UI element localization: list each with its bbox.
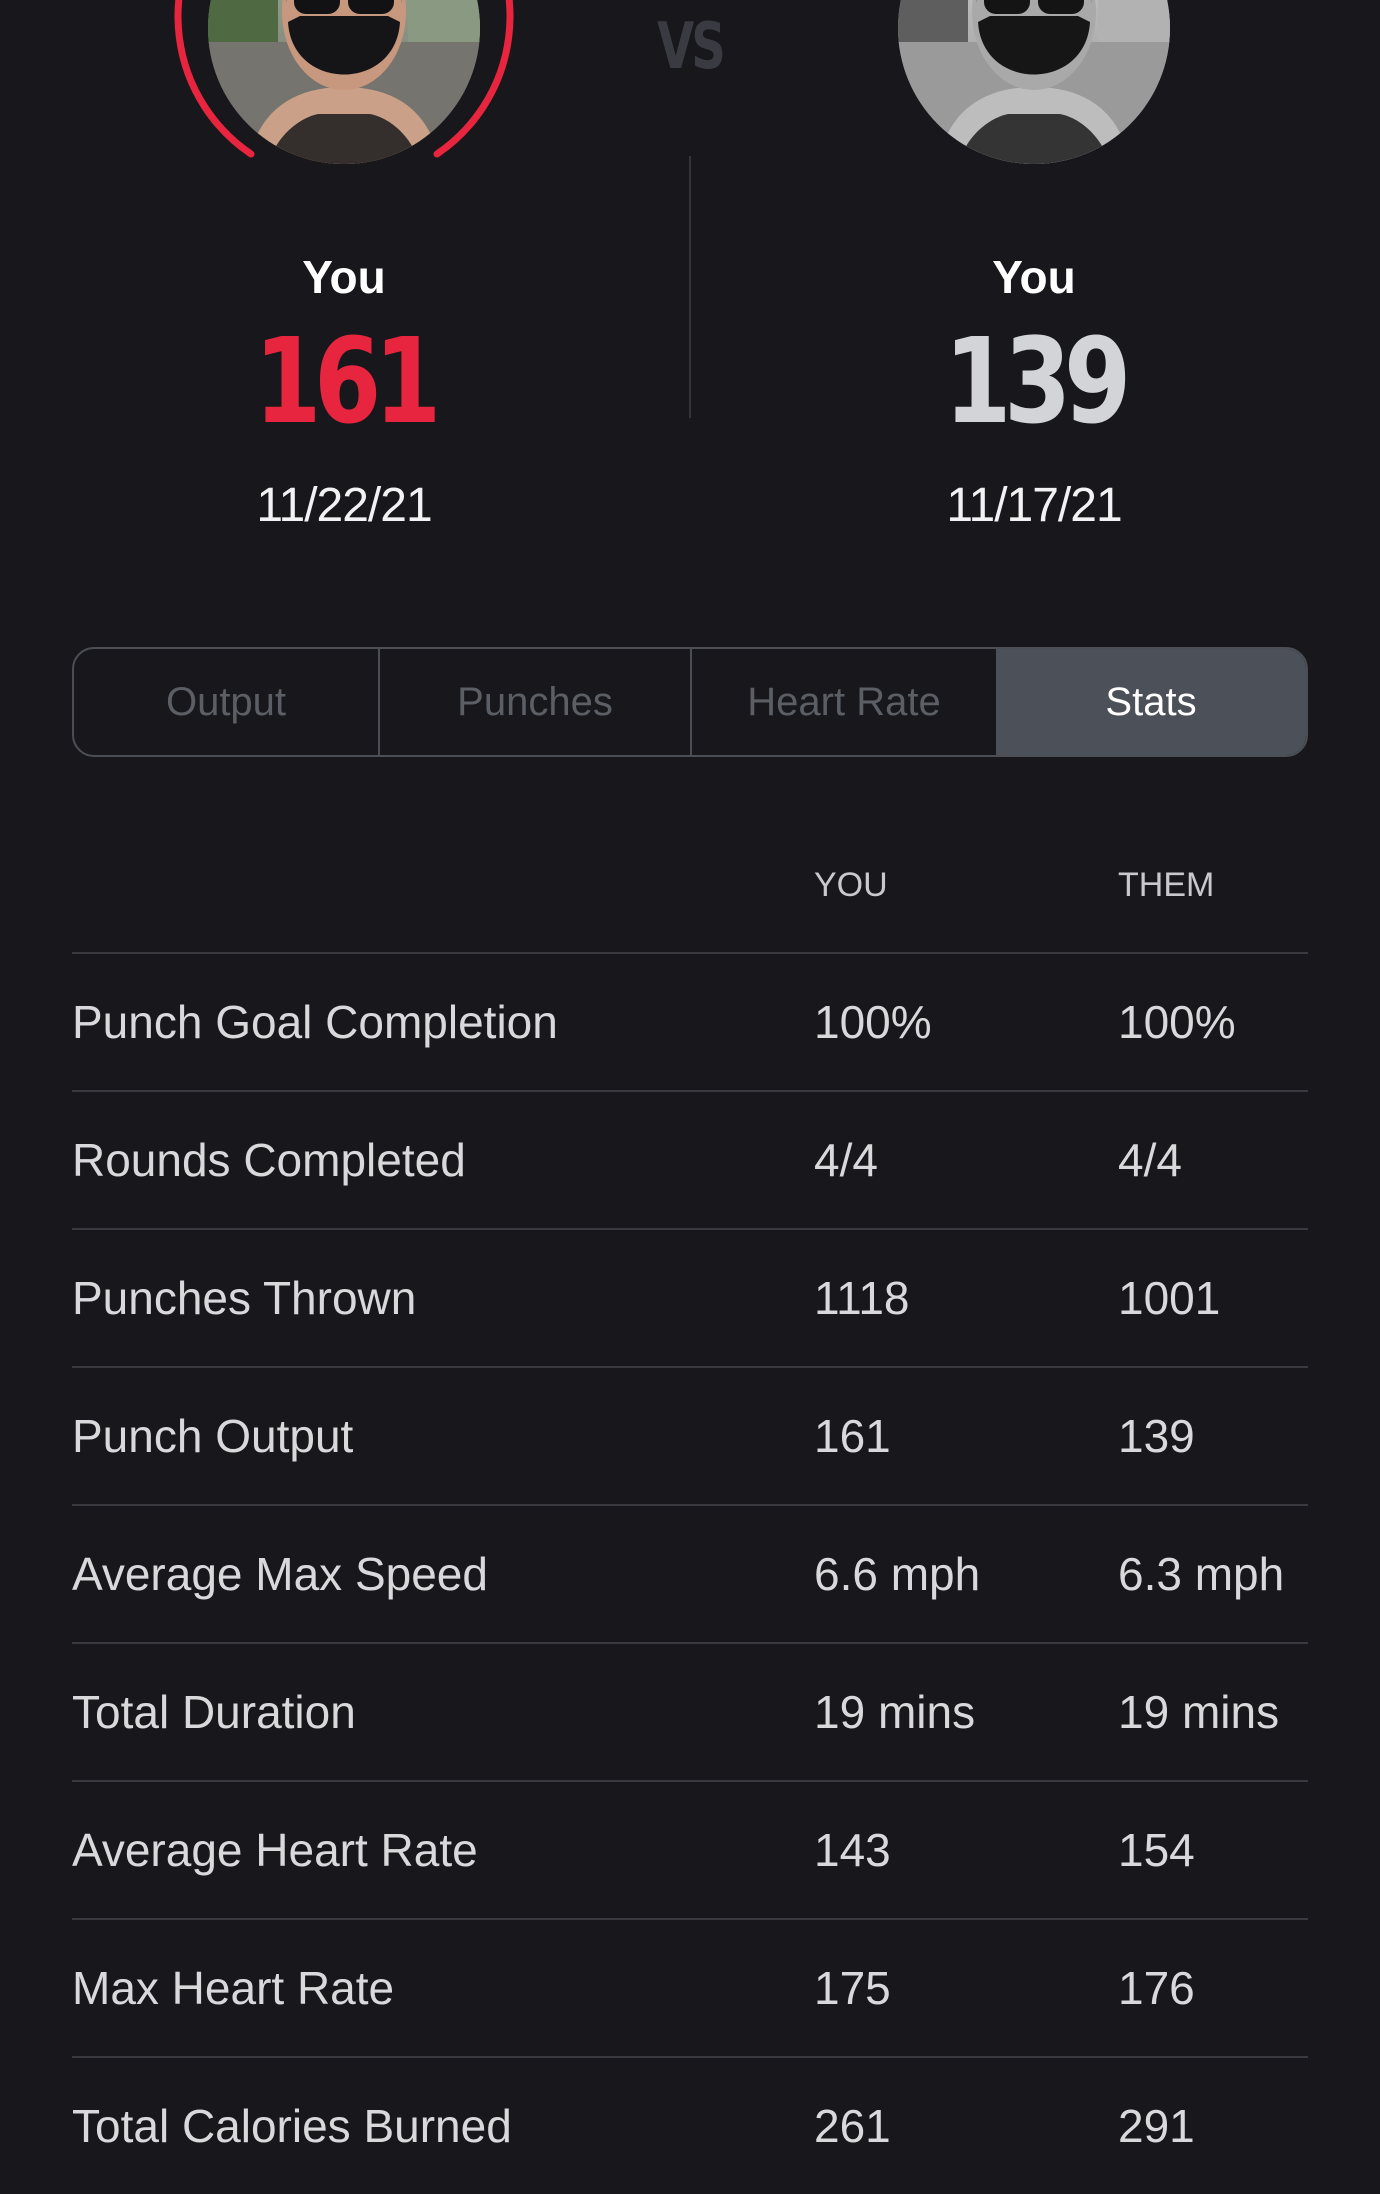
stat-value-you: 4/4 — [814, 1134, 878, 1186]
stats-header: YOU THEM — [72, 820, 1308, 954]
avatar-you-current[interactable] — [168, 0, 520, 204]
stat-value-them: 6.3 mph — [1118, 1548, 1285, 1600]
table-row: Total Duration 19 mins 19 mins — [72, 1644, 1308, 1782]
stat-value-them: 139 — [1118, 1410, 1195, 1462]
column-header-you: YOU — [814, 866, 888, 904]
table-row: Rounds Completed 4/4 4/4 — [72, 1092, 1308, 1230]
stat-value-them: 19 mins — [1118, 1686, 1280, 1738]
table-row: Total Calories Burned 261 291 — [72, 2058, 1308, 2194]
stat-value-you: 161 — [814, 1410, 891, 1462]
workout-date: 11/22/21 — [256, 479, 432, 532]
stat-label: Punch Goal Completion — [72, 996, 558, 1048]
stat-label: Average Max Speed — [72, 1548, 488, 1600]
player-name: You — [302, 251, 386, 303]
table-row: Punch Goal Completion 100% 100% — [72, 954, 1308, 1092]
player-name: You — [992, 251, 1076, 303]
tab-punches[interactable]: Punches — [378, 649, 690, 755]
stat-label: Max Heart Rate — [72, 1962, 395, 2014]
stat-label: Rounds Completed — [72, 1134, 466, 1186]
stat-label: Punches Thrown — [72, 1272, 417, 1324]
avatar-photo — [898, 0, 1170, 164]
vs-divider — [689, 156, 691, 418]
stat-value-them: 291 — [1118, 2100, 1195, 2152]
table-row: Average Max Speed 6.6 mph 6.3 mph — [72, 1506, 1308, 1644]
avatar-you-previous[interactable] — [858, 0, 1210, 204]
stat-value-them: 1001 — [1118, 1272, 1221, 1324]
stat-value-you: 100% — [814, 996, 932, 1048]
stat-label: Total Calories Burned — [72, 2100, 512, 2152]
stat-value-you: 261 — [814, 2100, 891, 2152]
table-row: Average Heart Rate 143 154 — [72, 1782, 1308, 1920]
stat-value-you: 6.6 mph — [814, 1548, 981, 1600]
stat-label: Punch Output — [72, 1410, 354, 1462]
stat-value-them: 176 — [1118, 1962, 1195, 2014]
tab-output[interactable]: Output — [74, 649, 378, 755]
player-score: 161 — [254, 312, 441, 450]
stat-value-you: 19 mins — [814, 1686, 976, 1738]
vs-label: VS — [657, 10, 726, 84]
stat-value-them: 4/4 — [1118, 1134, 1182, 1186]
player-score: 139 — [944, 312, 1131, 450]
stat-value-them: 154 — [1118, 1824, 1195, 1876]
stat-label: Total Duration — [72, 1686, 356, 1738]
stat-value-you: 175 — [814, 1962, 891, 2014]
stat-value-them: 100% — [1118, 996, 1236, 1048]
table-row: Punch Output 161 139 — [72, 1368, 1308, 1506]
stat-value-you: 1118 — [814, 1272, 910, 1324]
column-header-them: THEM — [1118, 866, 1215, 904]
stat-value-you: 143 — [814, 1824, 891, 1876]
stat-label: Average Heart Rate — [72, 1824, 478, 1876]
player-you-previous: You 139 11/17/21 — [834, 0, 1234, 560]
metric-tabs: Output Punches Heart Rate Stats — [72, 647, 1308, 757]
player-you-current: You 161 11/22/21 — [144, 0, 544, 560]
table-row: Max Heart Rate 175 176 — [72, 1920, 1308, 2058]
table-row: Punches Thrown 1118 1001 — [72, 1230, 1308, 1368]
tab-stats[interactable]: Stats — [996, 649, 1306, 755]
workout-date: 11/17/21 — [946, 479, 1122, 532]
stats-table: YOU THEM Punch Goal Completion 100% 100%… — [72, 820, 1308, 2194]
tab-heart-rate[interactable]: Heart Rate — [690, 649, 996, 755]
